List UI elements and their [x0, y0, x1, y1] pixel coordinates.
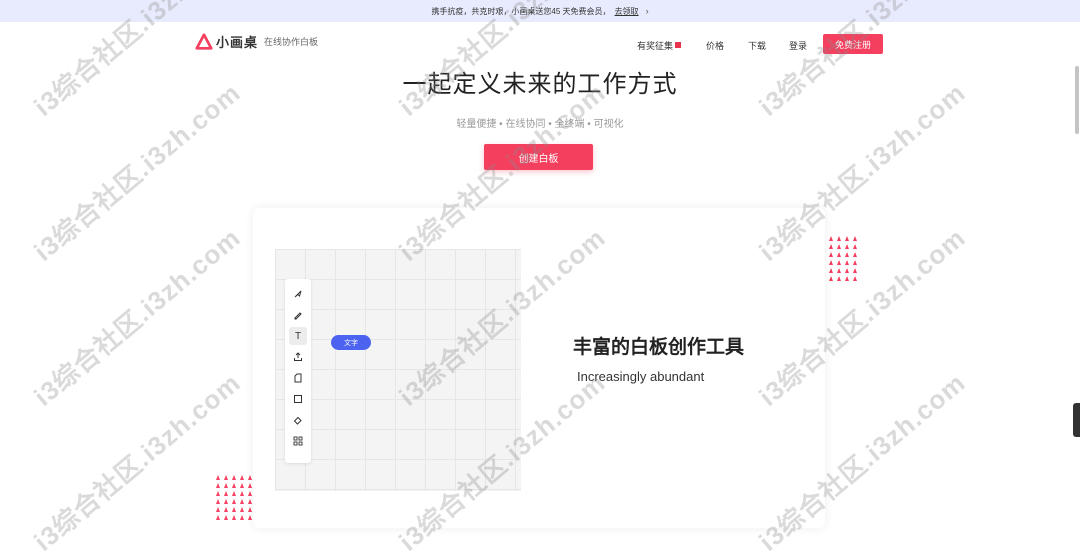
decor-triangle: [853, 276, 857, 281]
nav-download[interactable]: 下载: [748, 39, 766, 52]
decor-triangle: [829, 236, 833, 241]
watermark-text: i3综合社区.i3zh.com: [28, 367, 247, 557]
decor-triangle: [216, 475, 220, 480]
tool-palette: T: [285, 279, 311, 463]
decor-triangle: [224, 491, 228, 496]
chevron-right-icon[interactable]: ›: [646, 6, 649, 16]
decor-triangle: [248, 491, 252, 496]
decor-triangle: [240, 507, 244, 512]
logo[interactable]: 小画桌 在线协作白板: [195, 32, 318, 51]
feature-title: 丰富的白板创作工具: [573, 337, 745, 358]
grid-icon[interactable]: [289, 432, 307, 450]
logo-tagline: 在线协作白板: [264, 37, 319, 47]
decor-triangle: [232, 491, 236, 496]
decor-triangle: [845, 244, 849, 249]
decor-triangle: [837, 236, 841, 241]
decor-triangle: [240, 515, 244, 520]
decor-triangle: [837, 260, 841, 265]
decor-triangle: [224, 483, 228, 488]
decor-triangle: [845, 268, 849, 273]
nav-contest[interactable]: 有奖征集: [637, 39, 682, 52]
decor-triangle: [853, 268, 857, 273]
decor-triangle: [224, 515, 228, 520]
logo-name: 小画桌: [216, 35, 259, 50]
decor-triangle: [216, 483, 220, 488]
decor-triangle: [837, 276, 841, 281]
decor-triangle: [853, 252, 857, 257]
side-widget[interactable]: [1073, 403, 1080, 437]
decor-triangle: [248, 507, 252, 512]
nav-login[interactable]: 登录: [789, 39, 807, 52]
promo-text: 携手抗疫，共克时艰，小画桌送您45 天免费会员，: [431, 6, 611, 16]
decor-triangle: [240, 499, 244, 504]
decor-triangle: [224, 499, 228, 504]
decor-triangles-left: [216, 475, 253, 520]
decor-triangle: [248, 499, 252, 504]
feature-subtitle: Increasingly abundant: [577, 369, 705, 384]
sticky-note-icon[interactable]: [289, 369, 307, 387]
select-icon[interactable]: [289, 285, 307, 303]
create-board-button[interactable]: 创建白板: [484, 144, 593, 170]
whiteboard-preview: T 文字: [275, 249, 521, 491]
decor-triangle: [845, 276, 849, 281]
decor-triangle: [240, 491, 244, 496]
upload-icon[interactable]: [289, 348, 307, 366]
decor-triangles-right: [829, 236, 858, 281]
decor-triangle: [829, 260, 833, 265]
watermark-text: i3综合社区.i3zh.com: [28, 222, 247, 412]
decor-triangle: [853, 236, 857, 241]
decor-triangle: [853, 244, 857, 249]
decor-triangle: [829, 268, 833, 273]
decor-triangle: [240, 483, 244, 488]
decor-triangle: [232, 515, 236, 520]
promo-banner: 携手抗疫，共克时艰，小画桌送您45 天免费会员， 去领取 ›: [0, 0, 1080, 22]
signup-button[interactable]: 免费注册: [823, 34, 883, 54]
decor-triangle: [216, 499, 220, 504]
feature-card: T 文字 丰富的白板创作工具 Increasingly abundant: [253, 208, 825, 528]
hero-subtitle: 轻量便捷 • 在线协同 • 全终端 • 可视化: [456, 119, 624, 130]
top-nav: 小画桌 在线协作白板 有奖征集 价格 下载 登录 免费注册: [0, 22, 1080, 64]
decor-triangle: [232, 507, 236, 512]
promo-claim-link[interactable]: 去领取: [615, 6, 639, 17]
decor-triangle: [224, 475, 228, 480]
decor-triangle: [837, 244, 841, 249]
hero-title: 一起定义未来的工作方式: [402, 71, 678, 98]
decor-triangle: [216, 507, 220, 512]
decor-triangle: [829, 244, 833, 249]
decor-triangle: [837, 268, 841, 273]
decor-triangle: [216, 491, 220, 496]
decor-triangle: [232, 483, 236, 488]
decor-triangle: [845, 260, 849, 265]
pen-icon[interactable]: [289, 306, 307, 324]
shape-icon[interactable]: [289, 390, 307, 408]
decor-triangle: [224, 507, 228, 512]
decor-triangle: [845, 236, 849, 241]
eraser-icon[interactable]: [289, 411, 307, 429]
decor-triangle: [248, 475, 252, 480]
text-chip[interactable]: 文字: [331, 335, 371, 350]
flag-icon: [675, 42, 682, 48]
scrollbar[interactable]: [1075, 66, 1079, 134]
decor-triangle: [216, 515, 220, 520]
nav-contest-label: 有奖征集: [637, 41, 674, 51]
nav-price[interactable]: 价格: [706, 39, 724, 52]
decor-triangle: [248, 515, 252, 520]
decor-triangle: [240, 475, 244, 480]
decor-triangle: [248, 483, 252, 488]
decor-triangle: [232, 499, 236, 504]
decor-triangle: [829, 276, 833, 281]
watermark-text: i3综合社区.i3zh.com: [28, 77, 247, 267]
text-icon[interactable]: T: [289, 327, 307, 345]
decor-triangle: [837, 252, 841, 257]
decor-triangle: [829, 252, 833, 257]
logo-icon: [195, 32, 213, 50]
decor-triangle: [845, 252, 849, 257]
decor-triangle: [232, 475, 236, 480]
decor-triangle: [853, 260, 857, 265]
